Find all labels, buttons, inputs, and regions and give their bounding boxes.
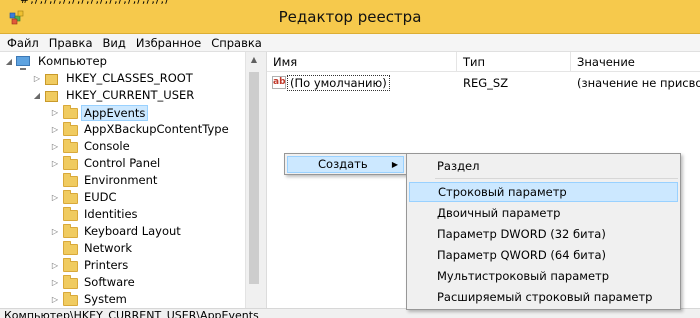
- create-submenu: Раздел Строковый параметр Двоичный парам…: [406, 153, 681, 310]
- tree-item-hkcu[interactable]: ◢ HKEY_CURRENT_USER: [32, 87, 197, 104]
- context-menu-create[interactable]: Создать ▶: [287, 156, 404, 173]
- tree-label: Console: [84, 139, 130, 153]
- expand-arrow-icon[interactable]: ▷: [50, 155, 60, 172]
- submenu-item-dword-value[interactable]: Параметр DWORD (32 бита): [409, 224, 678, 244]
- submenu-item-binary-value[interactable]: Двоичный параметр: [409, 203, 678, 223]
- computer-icon: [16, 55, 30, 70]
- column-header-value[interactable]: Значение: [571, 52, 700, 72]
- window-title: Редактор реестра: [278, 8, 422, 26]
- collapse-arrow-icon[interactable]: ◢: [4, 53, 14, 70]
- submenu-item-multi-string-value[interactable]: Мультистроковый параметр: [409, 266, 678, 286]
- tree-label-hkcu: HKEY_CURRENT_USER: [66, 88, 195, 102]
- status-path: Компьютер\HKEY_CURRENT_USER\AppEvents: [4, 309, 259, 318]
- tree-item-identities[interactable]: Identities: [50, 206, 141, 223]
- folder-icon: [63, 138, 78, 153]
- tree-label: AppXBackupContentType: [84, 122, 229, 136]
- folder-icon: [63, 274, 78, 289]
- folder-icon: [63, 121, 78, 136]
- folder-open-icon: [45, 90, 58, 102]
- tree-label-computer: Компьютер: [38, 54, 107, 68]
- tree-label: Software: [84, 275, 135, 289]
- ab-string-icon: ab: [272, 76, 286, 89]
- expand-arrow-icon[interactable]: ▷: [50, 121, 60, 138]
- tree-item-console[interactable]: ▷ Console: [50, 138, 133, 155]
- folder-icon: [63, 104, 78, 119]
- value-name: (По умолчанию): [287, 75, 390, 91]
- folder-icon: [63, 189, 78, 204]
- context-menu: Создать ▶: [284, 153, 407, 175]
- registry-tree[interactable]: ◢ Компьютер ▷ HKEY_CLASSES_ROOT ◢ HKEY_C…: [0, 52, 262, 308]
- scrollbar-thumb[interactable]: [249, 72, 259, 284]
- expand-arrow-icon[interactable]: ▷: [32, 70, 42, 87]
- tree-label-hkcr: HKEY_CLASSES_ROOT: [66, 71, 193, 85]
- tree-item-system[interactable]: ▷ System: [50, 291, 130, 308]
- folder-icon: [63, 291, 78, 306]
- expand-arrow-icon[interactable]: ▷: [50, 104, 60, 121]
- context-menu-create-label: Создать: [318, 157, 368, 171]
- submenu-item-expandable-string-value[interactable]: Расширяемый строковый параметр: [409, 287, 678, 307]
- menu-edit[interactable]: Правка: [44, 35, 98, 51]
- tree-scrollbar[interactable]: ▲: [245, 52, 262, 308]
- menu-bar: Файл Правка Вид Избранное Справка: [0, 34, 700, 52]
- folder-icon: [63, 172, 78, 187]
- expand-arrow-icon[interactable]: ▷: [50, 189, 60, 206]
- tree-label: EUDC: [84, 190, 117, 204]
- column-header-name[interactable]: Имя: [267, 52, 457, 72]
- submenu-item-key[interactable]: Раздел: [409, 156, 678, 176]
- submenu-item-string-value[interactable]: Строковый параметр: [409, 182, 678, 202]
- clipped-top-text: #;/;/,/;/,/,/;/,/;/,/;/,/;/,/;/: [0, 0, 360, 4]
- tree-label: Identities: [84, 207, 138, 221]
- tree-item-environment[interactable]: Environment: [50, 172, 160, 189]
- tree-item-network[interactable]: Network: [50, 240, 135, 257]
- folder-icon: [63, 223, 78, 238]
- tree-label: Network: [84, 241, 133, 255]
- tree-label: Keyboard Layout: [84, 224, 181, 238]
- tree-label: Printers: [84, 258, 129, 272]
- tree-item-computer[interactable]: ◢ Компьютер: [4, 53, 110, 70]
- submenu-arrow-icon: ▶: [391, 160, 398, 169]
- expand-arrow-icon[interactable]: ▷: [50, 257, 60, 274]
- folder-icon: [63, 257, 78, 272]
- folder-icon: [63, 240, 78, 255]
- value-type: REG_SZ: [463, 76, 509, 90]
- column-header-type[interactable]: Тип: [457, 52, 571, 72]
- folder-icon: [45, 73, 58, 85]
- scroll-up-arrow-icon[interactable]: ▲: [246, 52, 262, 68]
- expand-arrow-icon[interactable]: ▷: [50, 274, 60, 291]
- submenu-separator: [435, 178, 678, 179]
- collapse-arrow-icon[interactable]: ◢: [32, 87, 42, 104]
- list-header: Имя Тип Значение: [267, 52, 700, 72]
- folder-icon: [63, 206, 78, 221]
- tree-item-appevents[interactable]: ▷ AppEvents: [50, 104, 149, 121]
- menu-view[interactable]: Вид: [98, 35, 131, 51]
- list-row[interactable]: ab (По умолчанию) REG_SZ (значение не пр…: [267, 74, 700, 92]
- tree-item-hkcr[interactable]: ▷ HKEY_CLASSES_ROOT: [32, 70, 196, 87]
- tree-item-keyboard-layout[interactable]: ▷ Keyboard Layout: [50, 223, 184, 240]
- expand-arrow-icon[interactable]: ▷: [50, 291, 60, 308]
- value-data: (значение не присвоен: [577, 76, 700, 90]
- tree-label: Control Panel: [84, 156, 161, 170]
- menu-file[interactable]: Файл: [2, 35, 44, 51]
- tree-item-appxbackup[interactable]: ▷ AppXBackupContentType: [50, 121, 232, 138]
- title-bar: #;/;/,/;/,/,/;/,/;/,/;/,/;/,/;/ Редактор…: [0, 0, 700, 34]
- tree-item-software[interactable]: ▷ Software: [50, 274, 138, 291]
- folder-icon: [63, 155, 78, 170]
- tree-item-eudc[interactable]: ▷ EUDC: [50, 189, 120, 206]
- tree-label: System: [84, 292, 127, 306]
- tree-label: AppEvents: [81, 104, 149, 121]
- tree-item-control-panel[interactable]: ▷ Control Panel: [50, 155, 163, 172]
- tree-item-printers[interactable]: ▷ Printers: [50, 257, 131, 274]
- menu-favorites[interactable]: Избранное: [131, 35, 206, 51]
- submenu-item-qword-value[interactable]: Параметр QWORD (64 бита): [409, 245, 678, 265]
- expand-arrow-icon[interactable]: ▷: [50, 223, 60, 240]
- expand-arrow-icon[interactable]: ▷: [50, 138, 60, 155]
- menu-help[interactable]: Справка: [206, 35, 267, 51]
- tree-label: Environment: [84, 173, 158, 187]
